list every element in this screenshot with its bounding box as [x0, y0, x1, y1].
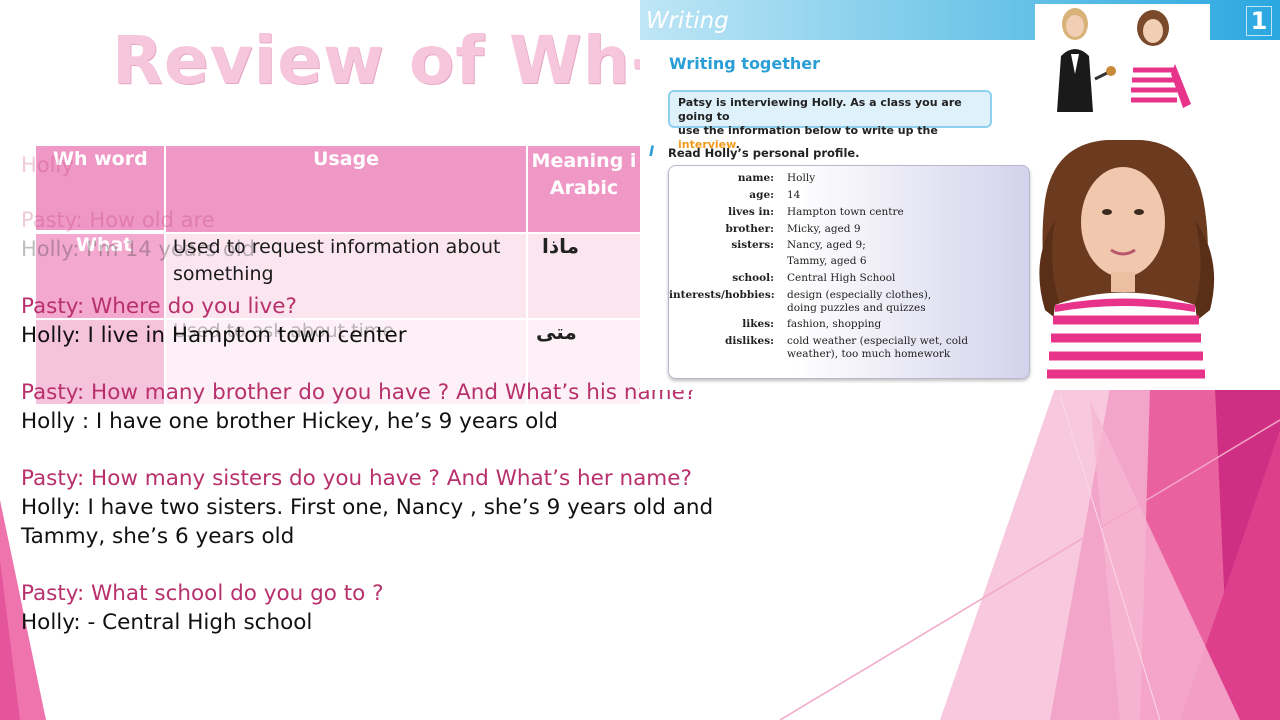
profile-value: Micky, aged 9	[787, 223, 861, 235]
table-header-usage: Usage	[166, 146, 526, 232]
question-line: Pasty: How many sisters do you have ? An…	[21, 466, 692, 491]
interview-photo	[1035, 4, 1210, 112]
ghost-text: Pasty: How old are	[21, 208, 215, 232]
profile-value: doing puzzles and quizzes	[787, 302, 926, 314]
profile-value: Central High School	[787, 272, 896, 284]
textbook-image: Writing 1 Writing together Patsy is inte…	[640, 0, 1280, 390]
profile-value: Holly	[787, 172, 816, 184]
profile-value: Nancy, aged 9;	[787, 239, 866, 251]
textbook-unit-number: 1	[1246, 6, 1272, 36]
profile-value: fashion, shopping	[787, 318, 882, 330]
question-line: Pasty: Where do you live?	[21, 294, 297, 319]
profile-value: design (especially clothes),	[787, 289, 932, 301]
question-line: Pasty: How many brother do you have ? An…	[21, 380, 697, 405]
table-header-meaning-line2: Arabic	[549, 177, 619, 199]
table-cell-arabic: ماذا	[542, 234, 580, 258]
profile-value: 14	[787, 189, 801, 201]
textbook-subheading: Read Holly’s personal profile.	[668, 146, 860, 160]
profile-value: Tammy, aged 6	[787, 255, 867, 267]
answer-line: Holly : I have one brother Hickey, he’s …	[21, 409, 558, 434]
answer-line: Holly: - Central High school	[21, 610, 313, 635]
profile-key: lives in:	[728, 206, 774, 218]
instruction-line: Patsy is interviewing Holly. As a class …	[678, 96, 962, 123]
instruction-text: use the information below to write up th…	[678, 124, 938, 137]
profile-key: dislikes:	[725, 335, 774, 347]
profile-key: sisters:	[731, 239, 774, 251]
textbook-exercise-mark: I	[649, 144, 655, 160]
profile-key: age:	[749, 189, 774, 201]
profile-key: likes:	[742, 318, 774, 330]
ghost-text: Holly	[21, 153, 74, 177]
profile-key: name:	[737, 172, 774, 184]
answer-line: Holly: I have two sisters. First one, Na…	[21, 495, 714, 520]
answer-line: Tammy, she’s 6 years old	[21, 524, 295, 549]
answer-line: Holly: I live in Hampton town center	[21, 323, 407, 348]
girl-photo	[1039, 140, 1215, 390]
profile-key: school:	[732, 272, 774, 284]
dialogue-block: Pasty: Where do you live? Holly: I live …	[21, 292, 741, 637]
profile-value: weather), too much homework	[787, 348, 951, 360]
textbook-instruction: Patsy is interviewing Holly. As a class …	[668, 90, 992, 151]
textbook-section-title: Writing	[646, 8, 729, 34]
profile-key: interests/hobbies:	[669, 289, 775, 301]
table-header-meaning-line1: Meaning i	[531, 150, 637, 172]
profile-value: Hampton town centre	[787, 206, 904, 218]
table-header-meaning: Meaning i Arabic	[528, 146, 640, 232]
ghost-text: Holly: I'm 14 years old	[21, 237, 255, 261]
question-line: Pasty: What school do you go to ?	[21, 581, 384, 606]
textbook-heading: Writing together	[669, 54, 821, 73]
profile-key: brother:	[725, 223, 774, 235]
profile-value: cold weather (especially wet, cold	[787, 335, 969, 347]
